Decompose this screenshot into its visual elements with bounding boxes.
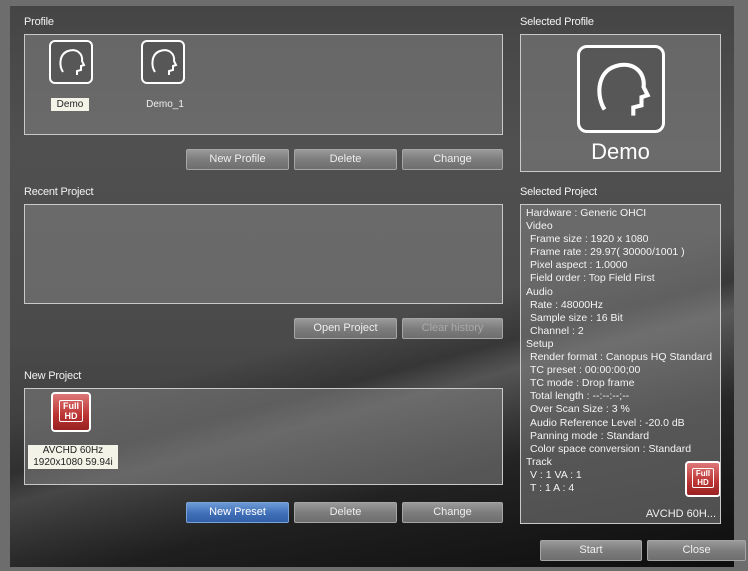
- delete-profile-button[interactable]: Delete: [294, 149, 397, 170]
- project-info-line: Frame size : 1920 x 1080: [530, 233, 649, 246]
- selected-project-panel: Hardware : Generic OHCI Video Frame size :…: [520, 204, 721, 524]
- selected-project-label: Selected Project: [520, 186, 597, 198]
- project-info-line: Color space conversion : Standard: [530, 442, 692, 455]
- project-info-line: Pixel aspect : 1.0000: [530, 259, 628, 272]
- change-profile-button[interactable]: Change: [402, 149, 503, 170]
- project-info-line: Over Scan Size : 3 %: [530, 403, 630, 416]
- head-profile-icon: [577, 45, 665, 133]
- project-info-line: Hardware : Generic OHCI: [526, 207, 647, 219]
- selected-profile-panel: Demo: [520, 34, 721, 172]
- preset-detail: 1920x1080 59.94i: [33, 457, 113, 468]
- change-preset-button[interactable]: Change: [402, 502, 503, 523]
- open-project-button[interactable]: Open Project: [294, 318, 397, 339]
- head-profile-icon: [141, 40, 185, 84]
- project-info-line: Render format : Canopus HQ Standard: [530, 351, 713, 364]
- selected-profile-name: Demo: [591, 139, 650, 164]
- profile-section-label: Profile: [24, 16, 54, 28]
- full-hd-icon: Full HD: [685, 461, 720, 497]
- profile-list[interactable]: Demo Demo_1: [24, 34, 503, 135]
- new-project-list[interactable]: Full HD AVCHD 60Hz 1920x1080 59.94i: [24, 388, 503, 485]
- recent-project-label: Recent Project: [24, 186, 94, 198]
- full-hd-badge-text: Full: [695, 469, 711, 478]
- recent-project-list[interactable]: [24, 204, 503, 304]
- full-hd-badge-text: HD: [697, 478, 709, 487]
- full-hd-badge-text: HD: [64, 411, 78, 421]
- selected-preset-name: AVCHD 60H...: [645, 508, 716, 520]
- full-hd-badge-text: Full: [63, 401, 79, 411]
- profile-item-label: Demo: [51, 98, 89, 111]
- project-info-line: TC preset : 00:00:00;00: [530, 364, 641, 377]
- new-preset-button[interactable]: New Preset: [186, 502, 289, 523]
- profile-item-demo[interactable]: Demo: [47, 40, 95, 112]
- project-info-line: Audio Reference Level : -20.0 dB: [530, 416, 685, 429]
- project-info-line: Audio: [526, 285, 553, 298]
- preset-item[interactable]: Full HD AVCHD 60Hz 1920x1080 59.94i: [28, 392, 118, 476]
- project-info-line: Setup: [526, 337, 554, 350]
- start-button[interactable]: Start: [540, 540, 642, 561]
- project-info-line: Sample size : 16 Bit: [530, 311, 623, 324]
- project-info-line: Field order : Top Field First: [530, 272, 655, 285]
- project-info-line: Rate : 48000Hz: [530, 298, 603, 311]
- project-info-line: TC mode : Drop frame: [530, 377, 635, 390]
- project-info-line: Video: [526, 220, 553, 233]
- preset-name: AVCHD 60Hz: [42, 445, 104, 456]
- new-project-label: New Project: [24, 370, 82, 382]
- new-profile-button[interactable]: New Profile: [186, 149, 289, 170]
- delete-preset-button[interactable]: Delete: [294, 502, 397, 523]
- head-profile-icon: [49, 40, 93, 84]
- project-info-line: Total length : --:--:--;--: [530, 390, 630, 403]
- selected-profile-label: Selected Profile: [520, 16, 594, 28]
- project-info-line: Frame rate : 29.97( 30000/1001 ): [530, 246, 685, 259]
- close-button[interactable]: Close: [647, 540, 746, 561]
- profile-item-demo-1[interactable]: Demo_1: [137, 40, 193, 112]
- profile-item-label: Demo_1: [146, 99, 184, 110]
- project-info-line: Panning mode : Standard: [530, 429, 650, 442]
- project-info-list: Hardware : Generic OHCI Video Frame size :…: [526, 207, 712, 495]
- full-hd-icon: Full HD: [51, 392, 91, 432]
- project-info-line: Channel : 2: [530, 324, 584, 337]
- clear-history-button[interactable]: Clear history: [402, 318, 503, 339]
